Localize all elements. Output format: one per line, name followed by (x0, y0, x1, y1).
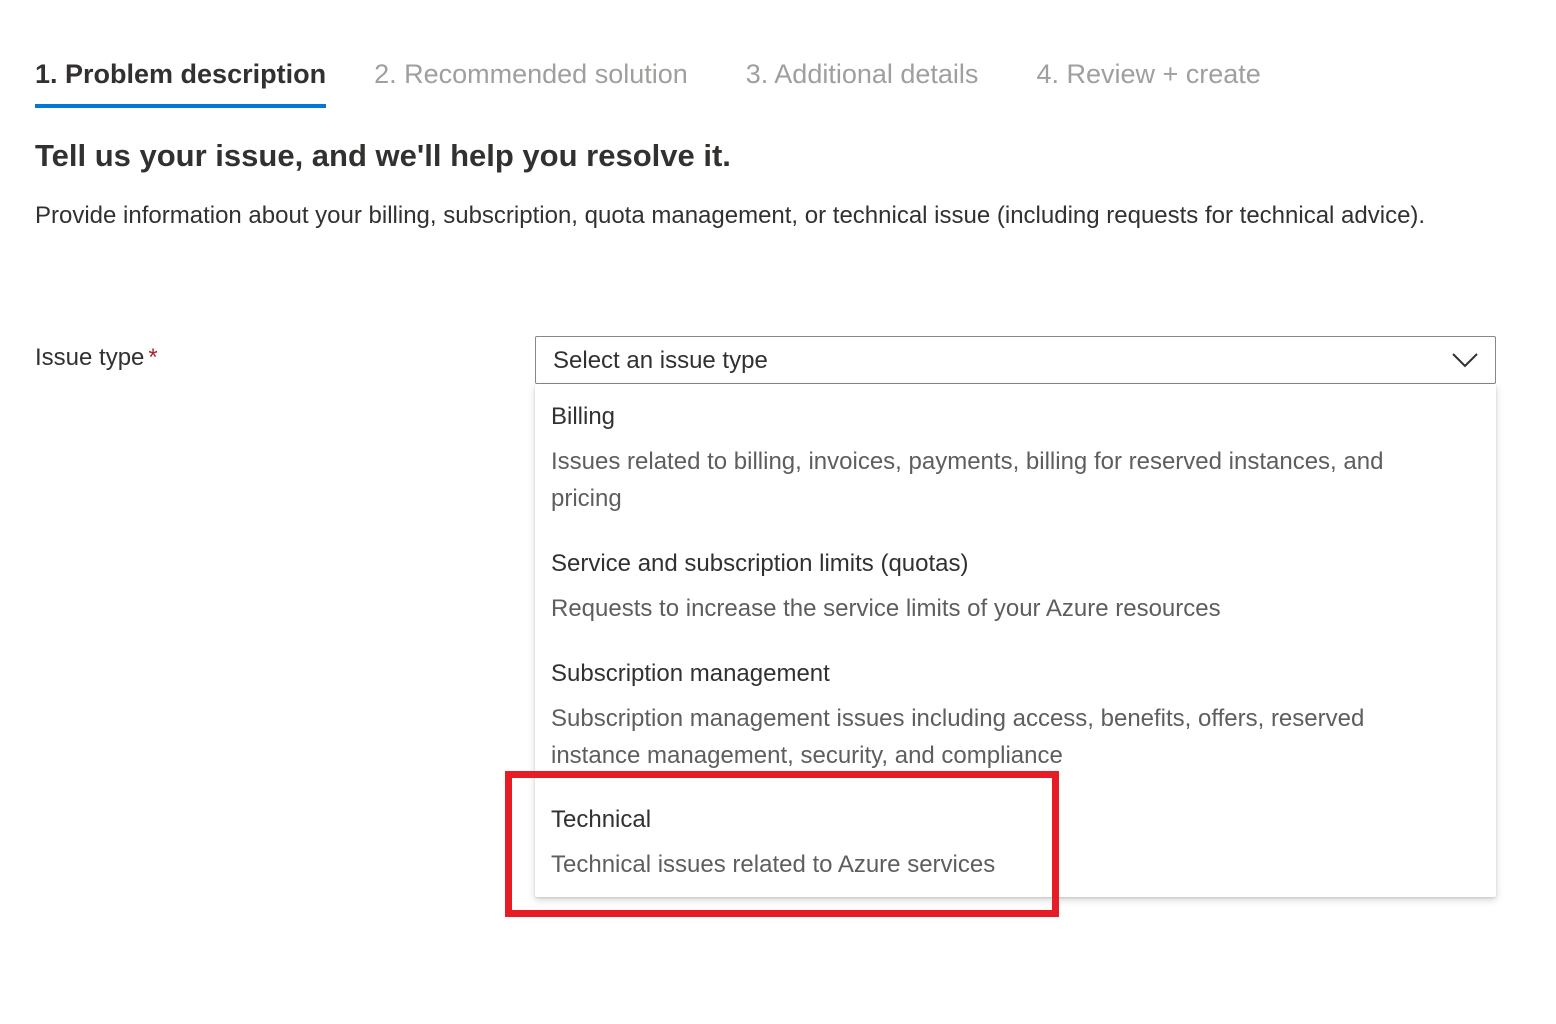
option-billing[interactable]: Billing Issues related to billing, invoi… (551, 401, 1456, 517)
chevron-down-icon (1452, 353, 1478, 368)
tab-recommended-solution[interactable]: 2. Recommended solution (374, 52, 688, 108)
issue-type-placeholder: Select an issue type (553, 347, 768, 374)
option-title: Subscription management (551, 660, 830, 687)
option-description: Issues related to billing, invoices, pay… (551, 448, 1384, 512)
issue-type-select[interactable]: Select an issue type (535, 336, 1496, 384)
wizard-tabs: 1. Problem description 2. Recommended so… (35, 52, 1261, 108)
tab-additional-details[interactable]: 3. Additional details (746, 52, 979, 108)
page-title: Tell us your issue, and we'll help you r… (35, 138, 731, 173)
option-description: Requests to increase the service limits … (551, 595, 1221, 622)
option-description: Subscription management issues including… (551, 705, 1365, 769)
tab-problem-description[interactable]: 1. Problem description (35, 52, 327, 108)
issue-type-dropdown: Billing Issues related to billing, invoi… (535, 384, 1496, 897)
option-title: Technical (551, 806, 652, 833)
issue-type-label-text: Issue type (35, 344, 145, 371)
option-title: Billing (551, 403, 616, 430)
option-technical[interactable]: Technical Technical issues related to Az… (551, 804, 1456, 883)
issue-type-label: Issue type * (35, 344, 158, 372)
tab-review-create[interactable]: 4. Review + create (1036, 52, 1260, 108)
page-description: Provide information about your billing, … (35, 202, 1426, 229)
option-title: Service and subscription limits (quotas) (551, 550, 969, 577)
required-marker: * (148, 344, 158, 371)
option-service-limits[interactable]: Service and subscription limits (quotas)… (551, 548, 1456, 627)
option-description: Technical issues related to Azure servic… (551, 851, 996, 878)
option-subscription-management[interactable]: Subscription management Subscription man… (551, 658, 1456, 774)
